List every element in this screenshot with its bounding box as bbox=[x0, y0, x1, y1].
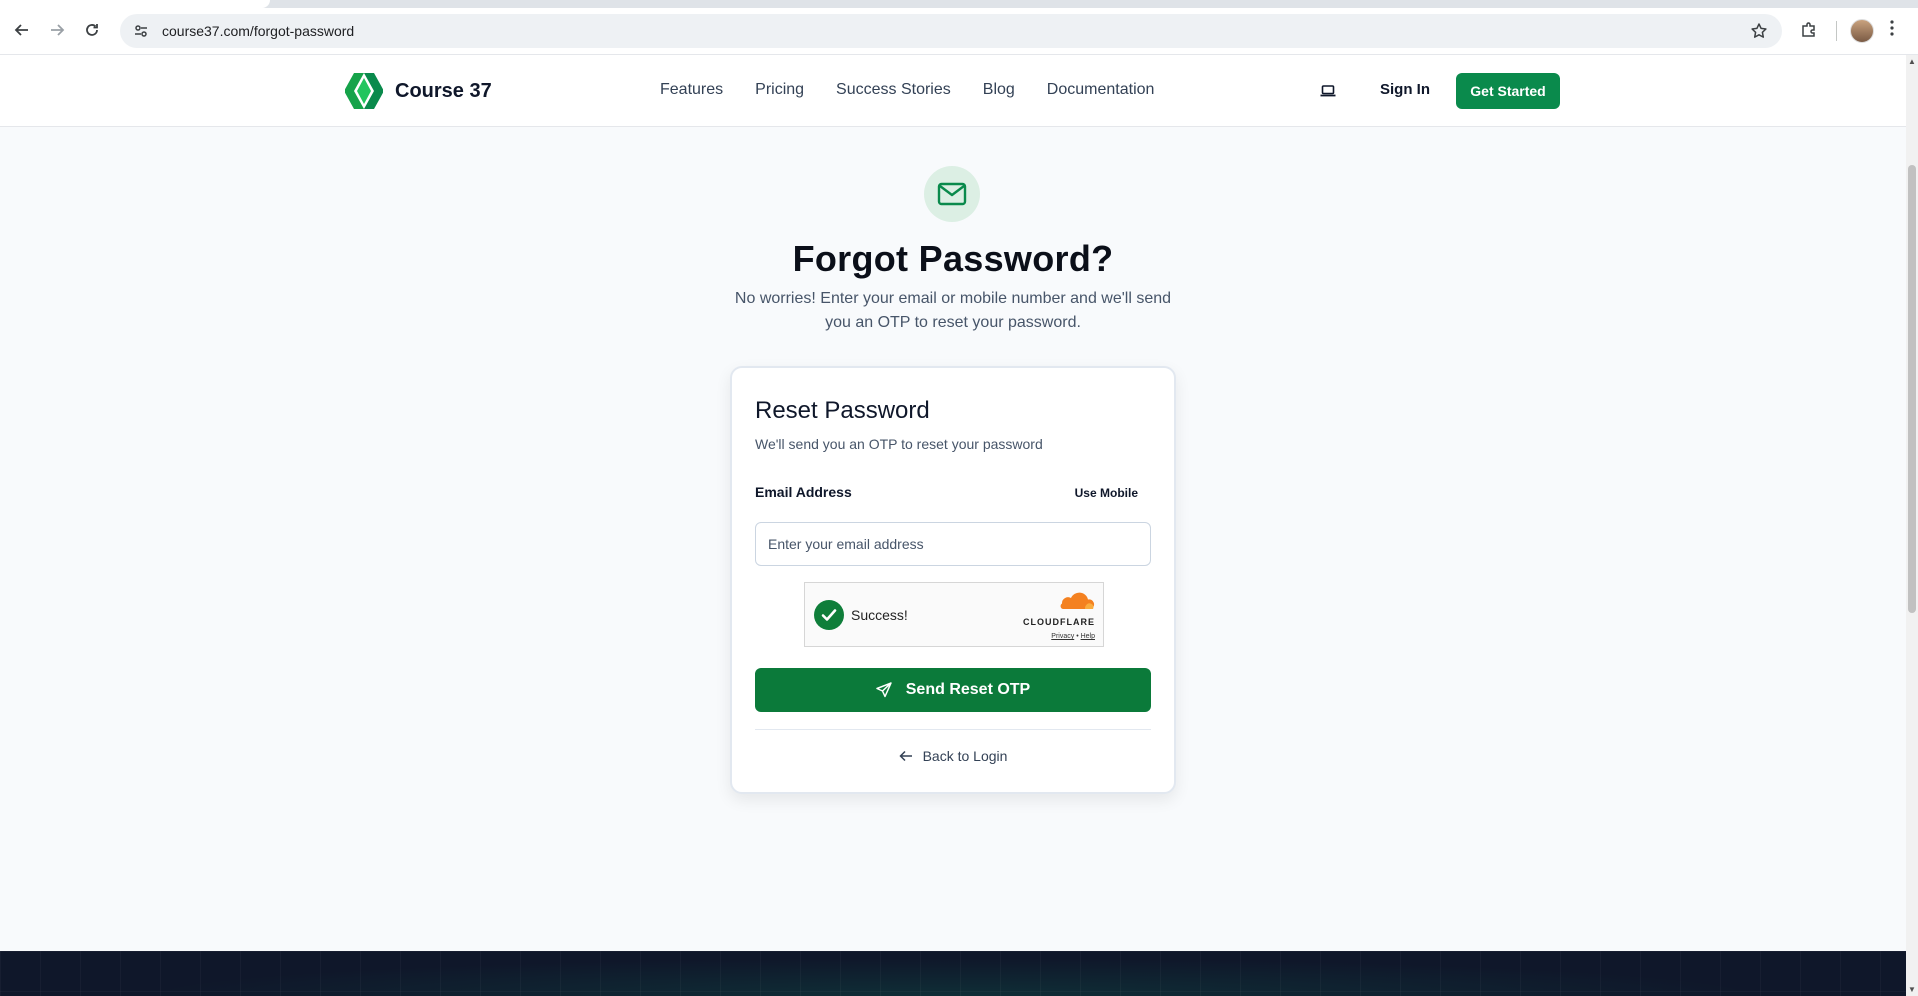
star-icon[interactable] bbox=[1750, 22, 1768, 45]
back-to-login-label: Back to Login bbox=[922, 748, 1008, 764]
tune-icon[interactable] bbox=[132, 22, 150, 40]
cloudflare-logo: CLOUDFLARE Privacy • Help bbox=[1019, 592, 1095, 640]
back-to-login-link[interactable]: Back to Login bbox=[732, 748, 1174, 764]
cloudflare-links: Privacy • Help bbox=[1019, 633, 1095, 640]
scroll-down-icon[interactable]: ▼ bbox=[1908, 985, 1916, 994]
active-tab[interactable] bbox=[0, 0, 270, 8]
reset-password-card: Reset Password We'll send you an OTP to … bbox=[730, 366, 1176, 794]
brand-logo-icon bbox=[345, 73, 383, 109]
sign-in-link[interactable]: Sign In bbox=[1380, 81, 1430, 98]
reload-icon[interactable] bbox=[78, 16, 106, 44]
forward-icon[interactable] bbox=[43, 16, 71, 44]
url-text[interactable]: course37.com/forgot-password bbox=[162, 23, 354, 39]
captcha-help-link[interactable]: Help bbox=[1081, 633, 1095, 640]
email-label: Email Address bbox=[755, 484, 852, 500]
cloudflare-wordmark: CLOUDFLARE bbox=[1023, 617, 1095, 627]
nav-link-documentation[interactable]: Documentation bbox=[1047, 81, 1155, 99]
nav-link-features[interactable]: Features bbox=[660, 81, 723, 99]
nav-link-success-stories[interactable]: Success Stories bbox=[836, 81, 951, 99]
toolbar-divider bbox=[1836, 21, 1837, 41]
nav-link-blog[interactable]: Blog bbox=[983, 81, 1015, 99]
captcha-link-separator: • bbox=[1076, 633, 1079, 640]
page-scrollbar[interactable]: ▲ ▼ bbox=[1906, 55, 1918, 996]
get-started-button[interactable]: Get Started bbox=[1456, 73, 1560, 109]
tab-strip bbox=[0, 0, 1918, 8]
captcha-status: Success! bbox=[851, 607, 908, 623]
footer bbox=[0, 951, 1906, 996]
back-icon[interactable] bbox=[8, 16, 36, 44]
address-bar[interactable]: course37.com/forgot-password bbox=[120, 14, 1782, 48]
scroll-thumb[interactable] bbox=[1908, 165, 1916, 613]
checkmark-icon bbox=[814, 600, 844, 630]
brand-name: Course 37 bbox=[395, 79, 492, 102]
captcha-privacy-link[interactable]: Privacy bbox=[1051, 633, 1074, 640]
send-reset-otp-button[interactable]: Send Reset OTP bbox=[755, 668, 1151, 712]
page-title: Forgot Password? bbox=[792, 238, 1114, 279]
site-header: Course 37 Features Pricing Success Stori… bbox=[0, 55, 1906, 127]
avatar[interactable] bbox=[1850, 19, 1874, 43]
mail-icon bbox=[924, 166, 980, 222]
main-nav: Features Pricing Success Stories Blog Do… bbox=[660, 81, 1154, 99]
send-button-label: Send Reset OTP bbox=[905, 681, 1031, 698]
cloudflare-turnstile[interactable]: Success! CLOUDFLARE Privacy • Help bbox=[804, 582, 1104, 647]
kebab-menu-icon[interactable] bbox=[1890, 20, 1894, 41]
page-subtitle: No worries! Enter your email or mobile n… bbox=[734, 290, 1172, 331]
card-title: Reset Password bbox=[755, 397, 930, 424]
send-icon bbox=[876, 682, 892, 698]
brand[interactable]: Course 37 bbox=[345, 73, 492, 109]
arrow-left-icon bbox=[899, 750, 912, 762]
nav-link-pricing[interactable]: Pricing bbox=[755, 81, 804, 99]
cloud-icon bbox=[1060, 592, 1095, 609]
card-divider bbox=[755, 729, 1151, 730]
scroll-up-icon[interactable]: ▲ bbox=[1908, 57, 1916, 66]
laptop-icon[interactable] bbox=[1319, 82, 1337, 100]
browser-toolbar: course37.com/forgot-password bbox=[0, 0, 1918, 55]
email-field[interactable] bbox=[755, 522, 1151, 566]
puzzle-icon[interactable] bbox=[1795, 16, 1823, 44]
use-mobile-toggle[interactable]: Use Mobile bbox=[1075, 486, 1138, 500]
card-subtitle: We'll send you an OTP to reset your pass… bbox=[755, 436, 1043, 452]
